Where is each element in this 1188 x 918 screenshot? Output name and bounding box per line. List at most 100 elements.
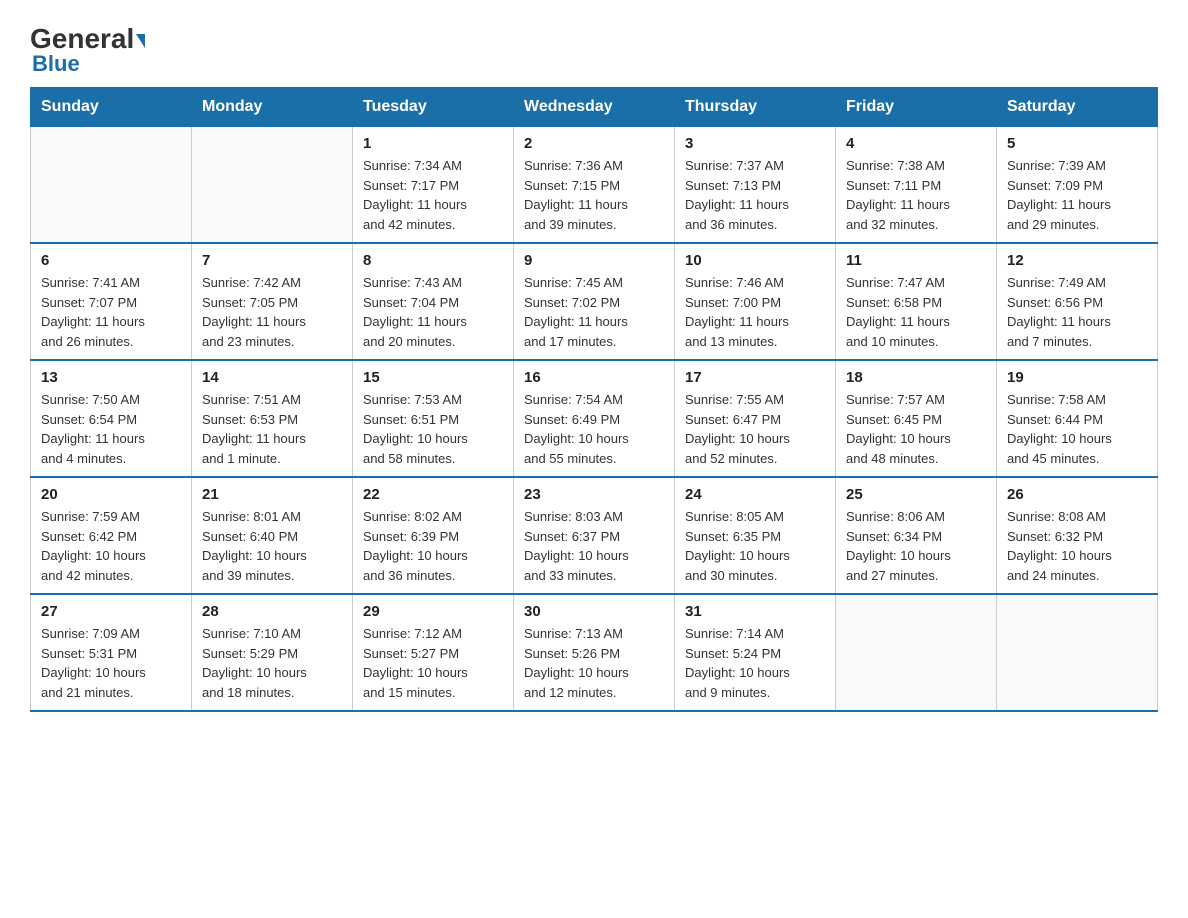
logo-text: General	[30, 25, 145, 53]
day-number: 30	[524, 603, 664, 620]
header-friday: Friday	[836, 88, 997, 127]
day-number: 13	[41, 369, 181, 386]
day-info: Sunrise: 7:10 AM Sunset: 5:29 PM Dayligh…	[202, 624, 342, 702]
day-info: Sunrise: 7:36 AM Sunset: 7:15 PM Dayligh…	[524, 156, 664, 234]
day-number: 24	[685, 486, 825, 503]
calendar-cell: 22Sunrise: 8:02 AM Sunset: 6:39 PM Dayli…	[353, 477, 514, 594]
calendar-cell: 23 Sunrise: 8:03 AM Sunset: 6:37 PM Dayli…	[514, 477, 675, 594]
week-row-5: 27Sunrise: 7:09 AM Sunset: 5:31 PM Dayli…	[31, 594, 1158, 711]
day-info: Sunrise: 7:13 AM Sunset: 5:26 PM Dayligh…	[524, 624, 664, 702]
day-number: 2	[524, 135, 664, 152]
day-info: Sunrise: 7:09 AM Sunset: 5:31 PM Dayligh…	[41, 624, 181, 702]
week-row-4: 20Sunrise: 7:59 AM Sunset: 6:42 PM Dayli…	[31, 477, 1158, 594]
day-info: Sunrise: 7:12 AM Sunset: 5:27 PM Dayligh…	[363, 624, 503, 702]
day-info: Sunrise: 7:41 AM Sunset: 7:07 PM Dayligh…	[41, 273, 181, 351]
day-info: Sunrise: 7:45 AM Sunset: 7:02 PM Dayligh…	[524, 273, 664, 351]
logo: General Blue	[30, 20, 145, 77]
day-number: 8	[363, 252, 503, 269]
day-info: Sunrise: 7:59 AM Sunset: 6:42 PM Dayligh…	[41, 507, 181, 585]
page-header: General Blue	[30, 20, 1158, 77]
day-info: Sunrise: 7:53 AM Sunset: 6:51 PM Dayligh…	[363, 390, 503, 468]
day-number: 6	[41, 252, 181, 269]
calendar-cell: 7Sunrise: 7:42 AM Sunset: 7:05 PM Daylig…	[192, 243, 353, 360]
day-number: 28	[202, 603, 342, 620]
calendar-cell: 1 Sunrise: 7:34 AM Sunset: 7:17 PM Daylig…	[353, 127, 514, 244]
header-wednesday: Wednesday	[514, 88, 675, 127]
day-info: Sunrise: 8:06 AM Sunset: 6:34 PM Dayligh…	[846, 507, 986, 585]
week-row-2: 6 Sunrise: 7:41 AM Sunset: 7:07 PM Daylig…	[31, 243, 1158, 360]
calendar-cell	[836, 594, 997, 711]
day-number: 9	[524, 252, 664, 269]
day-number: 31	[685, 603, 825, 620]
calendar-cell: 20Sunrise: 7:59 AM Sunset: 6:42 PM Dayli…	[31, 477, 192, 594]
day-info: Sunrise: 7:43 AM Sunset: 7:04 PM Dayligh…	[363, 273, 503, 351]
calendar-cell: 16Sunrise: 7:54 AM Sunset: 6:49 PM Dayli…	[514, 360, 675, 477]
day-info: Sunrise: 7:14 AM Sunset: 5:24 PM Dayligh…	[685, 624, 825, 702]
calendar-cell: 9 Sunrise: 7:45 AM Sunset: 7:02 PM Daylig…	[514, 243, 675, 360]
calendar-cell: 13 Sunrise: 7:50 AM Sunset: 6:54 PM Dayli…	[31, 360, 192, 477]
day-number: 1	[363, 135, 503, 152]
header-saturday: Saturday	[997, 88, 1158, 127]
day-number: 4	[846, 135, 986, 152]
day-info: Sunrise: 7:57 AM Sunset: 6:45 PM Dayligh…	[846, 390, 986, 468]
day-info: Sunrise: 7:58 AM Sunset: 6:44 PM Dayligh…	[1007, 390, 1147, 468]
calendar-cell: 17 Sunrise: 7:55 AM Sunset: 6:47 PM Dayli…	[675, 360, 836, 477]
day-info: Sunrise: 8:08 AM Sunset: 6:32 PM Dayligh…	[1007, 507, 1147, 585]
day-info: Sunrise: 7:49 AM Sunset: 6:56 PM Dayligh…	[1007, 273, 1147, 351]
calendar-cell: 19 Sunrise: 7:58 AM Sunset: 6:44 PM Dayli…	[997, 360, 1158, 477]
week-row-1: 1 Sunrise: 7:34 AM Sunset: 7:17 PM Daylig…	[31, 127, 1158, 244]
header-tuesday: Tuesday	[353, 88, 514, 127]
day-number: 7	[202, 252, 342, 269]
calendar-cell: 29Sunrise: 7:12 AM Sunset: 5:27 PM Dayli…	[353, 594, 514, 711]
day-number: 5	[1007, 135, 1147, 152]
calendar-cell	[997, 594, 1158, 711]
day-number: 12	[1007, 252, 1147, 269]
day-number: 19	[1007, 369, 1147, 386]
day-info: Sunrise: 7:47 AM Sunset: 6:58 PM Dayligh…	[846, 273, 986, 351]
day-number: 17	[685, 369, 825, 386]
calendar-cell: 30 Sunrise: 7:13 AM Sunset: 5:26 PM Dayli…	[514, 594, 675, 711]
day-info: Sunrise: 7:38 AM Sunset: 7:11 PM Dayligh…	[846, 156, 986, 234]
calendar-cell: 14 Sunrise: 7:51 AM Sunset: 6:53 PM Dayli…	[192, 360, 353, 477]
day-number: 11	[846, 252, 986, 269]
calendar-cell: 18 Sunrise: 7:57 AM Sunset: 6:45 PM Dayli…	[836, 360, 997, 477]
day-info: Sunrise: 7:37 AM Sunset: 7:13 PM Dayligh…	[685, 156, 825, 234]
day-info: Sunrise: 8:01 AM Sunset: 6:40 PM Dayligh…	[202, 507, 342, 585]
day-number: 26	[1007, 486, 1147, 503]
calendar-cell: 2 Sunrise: 7:36 AM Sunset: 7:15 PM Daylig…	[514, 127, 675, 244]
day-info: Sunrise: 8:05 AM Sunset: 6:35 PM Dayligh…	[685, 507, 825, 585]
day-number: 25	[846, 486, 986, 503]
day-number: 3	[685, 135, 825, 152]
calendar-cell: 28 Sunrise: 7:10 AM Sunset: 5:29 PM Dayli…	[192, 594, 353, 711]
calendar-header-row: SundayMondayTuesdayWednesdayThursdayFrid…	[31, 88, 1158, 127]
header-thursday: Thursday	[675, 88, 836, 127]
day-info: Sunrise: 7:54 AM Sunset: 6:49 PM Dayligh…	[524, 390, 664, 468]
day-number: 22	[363, 486, 503, 503]
day-info: Sunrise: 7:50 AM Sunset: 6:54 PM Dayligh…	[41, 390, 181, 468]
calendar-cell: 15 Sunrise: 7:53 AM Sunset: 6:51 PM Dayli…	[353, 360, 514, 477]
calendar-cell: 5Sunrise: 7:39 AM Sunset: 7:09 PM Daylig…	[997, 127, 1158, 244]
calendar-cell: 8 Sunrise: 7:43 AM Sunset: 7:04 PM Daylig…	[353, 243, 514, 360]
day-info: Sunrise: 8:03 AM Sunset: 6:37 PM Dayligh…	[524, 507, 664, 585]
day-number: 15	[363, 369, 503, 386]
calendar-cell: 26 Sunrise: 8:08 AM Sunset: 6:32 PM Dayli…	[997, 477, 1158, 594]
calendar-cell: 21Sunrise: 8:01 AM Sunset: 6:40 PM Dayli…	[192, 477, 353, 594]
calendar-cell: 10Sunrise: 7:46 AM Sunset: 7:00 PM Dayli…	[675, 243, 836, 360]
day-number: 18	[846, 369, 986, 386]
day-number: 23	[524, 486, 664, 503]
calendar-cell: 25 Sunrise: 8:06 AM Sunset: 6:34 PM Dayli…	[836, 477, 997, 594]
day-info: Sunrise: 7:55 AM Sunset: 6:47 PM Dayligh…	[685, 390, 825, 468]
calendar-cell: 3 Sunrise: 7:37 AM Sunset: 7:13 PM Daylig…	[675, 127, 836, 244]
logo-blue: Blue	[32, 51, 80, 77]
calendar-cell: 4 Sunrise: 7:38 AM Sunset: 7:11 PM Daylig…	[836, 127, 997, 244]
calendar-cell: 12 Sunrise: 7:49 AM Sunset: 6:56 PM Dayli…	[997, 243, 1158, 360]
calendar-table: SundayMondayTuesdayWednesdayThursdayFrid…	[30, 87, 1158, 712]
day-info: Sunrise: 7:34 AM Sunset: 7:17 PM Dayligh…	[363, 156, 503, 234]
calendar-cell: 27Sunrise: 7:09 AM Sunset: 5:31 PM Dayli…	[31, 594, 192, 711]
week-row-3: 13 Sunrise: 7:50 AM Sunset: 6:54 PM Dayli…	[31, 360, 1158, 477]
day-info: Sunrise: 7:51 AM Sunset: 6:53 PM Dayligh…	[202, 390, 342, 468]
day-number: 14	[202, 369, 342, 386]
day-number: 10	[685, 252, 825, 269]
logo-general: General	[30, 23, 134, 54]
calendar-cell	[192, 127, 353, 244]
